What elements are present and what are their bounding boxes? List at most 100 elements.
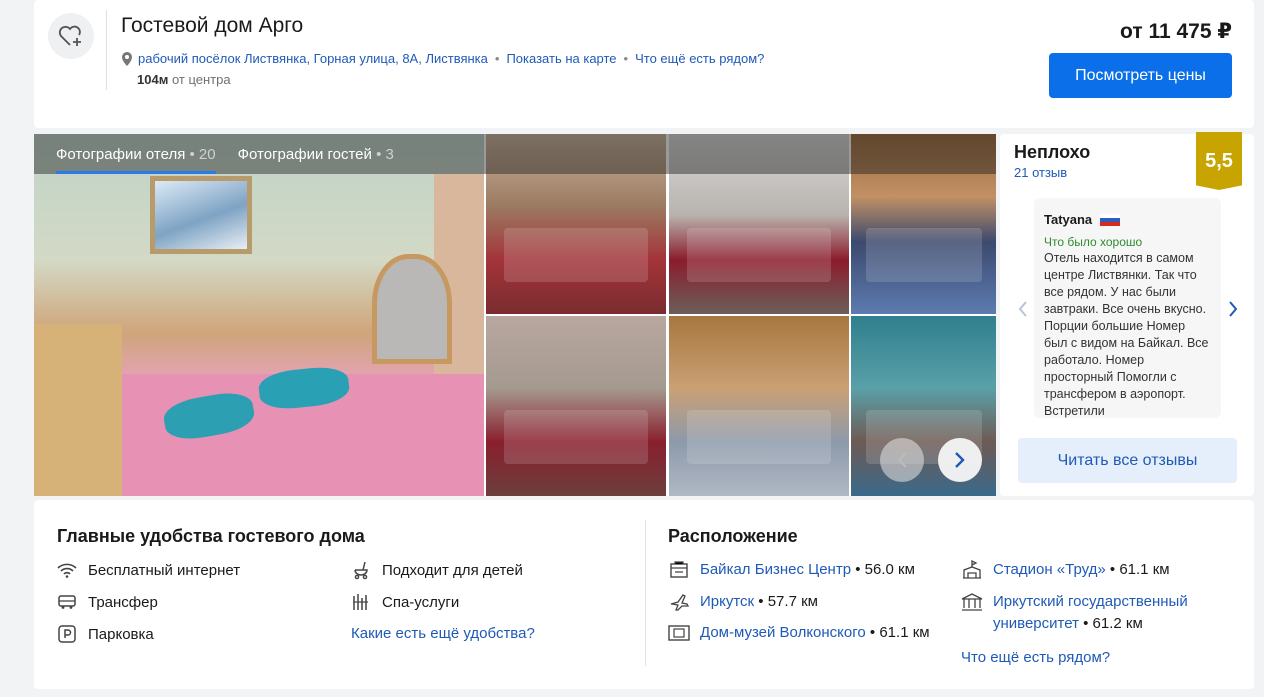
museum-icon [668,622,690,644]
amenity-label: Бесплатный интернет [88,561,241,579]
tab-count-value: 3 [385,145,394,163]
chevron-left-icon [897,452,907,468]
photo-gallery: Фотографии отеля • 20 Фотографии гостей … [34,134,996,496]
poi-distance: 56.0 км [864,561,915,578]
section-divider [645,520,646,666]
rating-label: Неплохо [1014,142,1091,162]
amenity-label: Спа-услуги [382,593,460,611]
amenity-label: Парковка [88,625,154,643]
distance-value: 104м [137,72,169,87]
photo-thumbnail[interactable] [669,316,849,496]
photo-detail [687,227,831,282]
more-nearby-link[interactable]: Что ещё есть рядом? [961,649,1110,666]
poi-link[interactable]: Байкал Бизнес Центр [700,561,851,578]
distance-from-center: 104м от центра [137,72,231,87]
poi-item: Иркутск • 57.7 км [668,591,818,613]
reviewer-name: Tatyana [1044,212,1093,227]
reviewer: Tatyana [1044,212,1211,227]
photo-detail [34,324,122,496]
stadium-icon [961,559,983,581]
photo-detail [372,254,452,364]
read-all-reviews-button[interactable]: Читать все отзывы [1018,438,1237,483]
photo-detail [865,227,982,282]
poi-link[interactable]: Дом-музей Волконского [700,624,866,641]
main-photo[interactable] [34,134,484,496]
separator-dot: • [623,51,629,66]
tab-guest-photos[interactable]: Фотографии гостей • 3 [238,134,394,174]
poi-name-line2: университет [993,615,1079,632]
review-next-button[interactable] [1228,300,1238,323]
parking-icon [57,624,77,644]
reviews-count-link[interactable]: 21 отзыв [1014,165,1067,180]
chevron-right-icon [1229,301,1238,317]
review-text: Отель находится в самом центре Листвянки… [1044,251,1209,418]
poi-item: Иркутский государственный университет • 6… [961,591,1188,635]
tab-count: • 20 [189,145,216,163]
whats-nearby-link[interactable]: Что ещё есть рядом? [635,51,764,66]
price-label: от 11 475 ₽ [1120,20,1232,43]
stroller-icon [351,560,371,580]
chevron-right-icon [955,452,965,468]
poi-link[interactable]: Иркутский государственный университет [993,593,1188,632]
review-card[interactable]: Tatyana Что было хорошо Отель находится … [1034,198,1221,418]
address-link[interactable]: рабочий посёлок Листвянка, Горная улица,… [138,51,488,66]
tab-count-value: 20 [198,145,216,163]
russia-flag-icon [1100,213,1121,226]
show-on-map-link[interactable]: Показать на карте [506,51,616,66]
poi-name-line1: Иркутский государственный [993,593,1188,610]
rating-score-badge: 5,5 [1196,132,1242,190]
poi-distance: 57.7 км [767,593,818,610]
amenity-item: Парковка [57,624,154,644]
poi-link[interactable]: Иркутск [700,593,754,610]
tab-hotel-photos[interactable]: Фотографии отеля • 20 [56,134,216,174]
header-divider [106,10,107,90]
poi-link[interactable]: Стадион «Труд» [993,561,1106,578]
photo-detail [687,409,831,464]
poi-distance: 61.1 км [879,624,930,641]
reviews-panel: Неплохо 21 отзыв 5,5 Tatyana Что было хо… [1000,132,1254,496]
tab-label: Фотографии отеля [56,145,186,163]
amenity-label: Трансфер [88,593,158,611]
university-icon [961,591,983,613]
review-prev-button[interactable] [1018,300,1028,323]
details-panel: Главные удобства гостевого дома Бесплатн… [34,500,1254,689]
photo-tabs: Фотографии отеля • 20 Фотографии гостей … [34,134,996,174]
photo-detail [504,227,648,282]
wifi-icon [57,560,77,580]
photo-detail [504,409,648,464]
amenity-item: Спа-услуги [351,592,459,612]
favorite-button[interactable] [48,13,94,59]
amenities-title: Главные удобства гостевого дома [57,526,365,546]
amenity-item: Бесплатный интернет [57,560,240,580]
amenity-item: Трансфер [57,592,158,612]
photo-detail [150,176,252,254]
location-title: Расположение [668,526,798,546]
distance-suffix: от центра [171,72,231,87]
location-pin-icon [122,51,132,66]
spa-icon [351,592,371,612]
airplane-icon [668,591,690,613]
gallery-prev-button[interactable] [880,438,924,482]
amenity-label: Подходит для детей [382,561,523,579]
positive-label: Что было хорошо [1044,235,1143,249]
view-prices-button[interactable]: Посмотреть цены [1049,53,1232,98]
hotel-title: Гостевой дом Арго [121,14,304,37]
gallery-next-button[interactable] [938,438,982,482]
tab-label: Фотографии гостей [237,145,372,163]
amenity-item: Подходит для детей [351,560,523,580]
business-center-icon [668,559,690,581]
hotel-header: Гостевой дом Арго рабочий посёлок Листвя… [34,0,1254,128]
bus-icon [57,592,77,612]
chevron-left-icon [1018,301,1027,317]
poi-item: Байкал Бизнес Центр • 56.0 км [668,559,915,581]
tab-count: • 3 [376,145,394,163]
photo-thumbnail[interactable] [486,316,666,496]
poi-distance: 61.1 км [1119,561,1170,578]
poi-distance: 61.2 км [1092,615,1143,632]
more-amenities-link[interactable]: Какие есть ещё удобства? [351,625,535,642]
address-row: рабочий посёлок Листвянка, Горная улица,… [121,51,764,66]
separator-dot: • [494,51,500,66]
poi-item: Стадион «Труд» • 61.1 км [961,559,1170,581]
poi-item: Дом-музей Волконского • 61.1 км [668,622,930,644]
heart-plus-icon [58,25,81,46]
